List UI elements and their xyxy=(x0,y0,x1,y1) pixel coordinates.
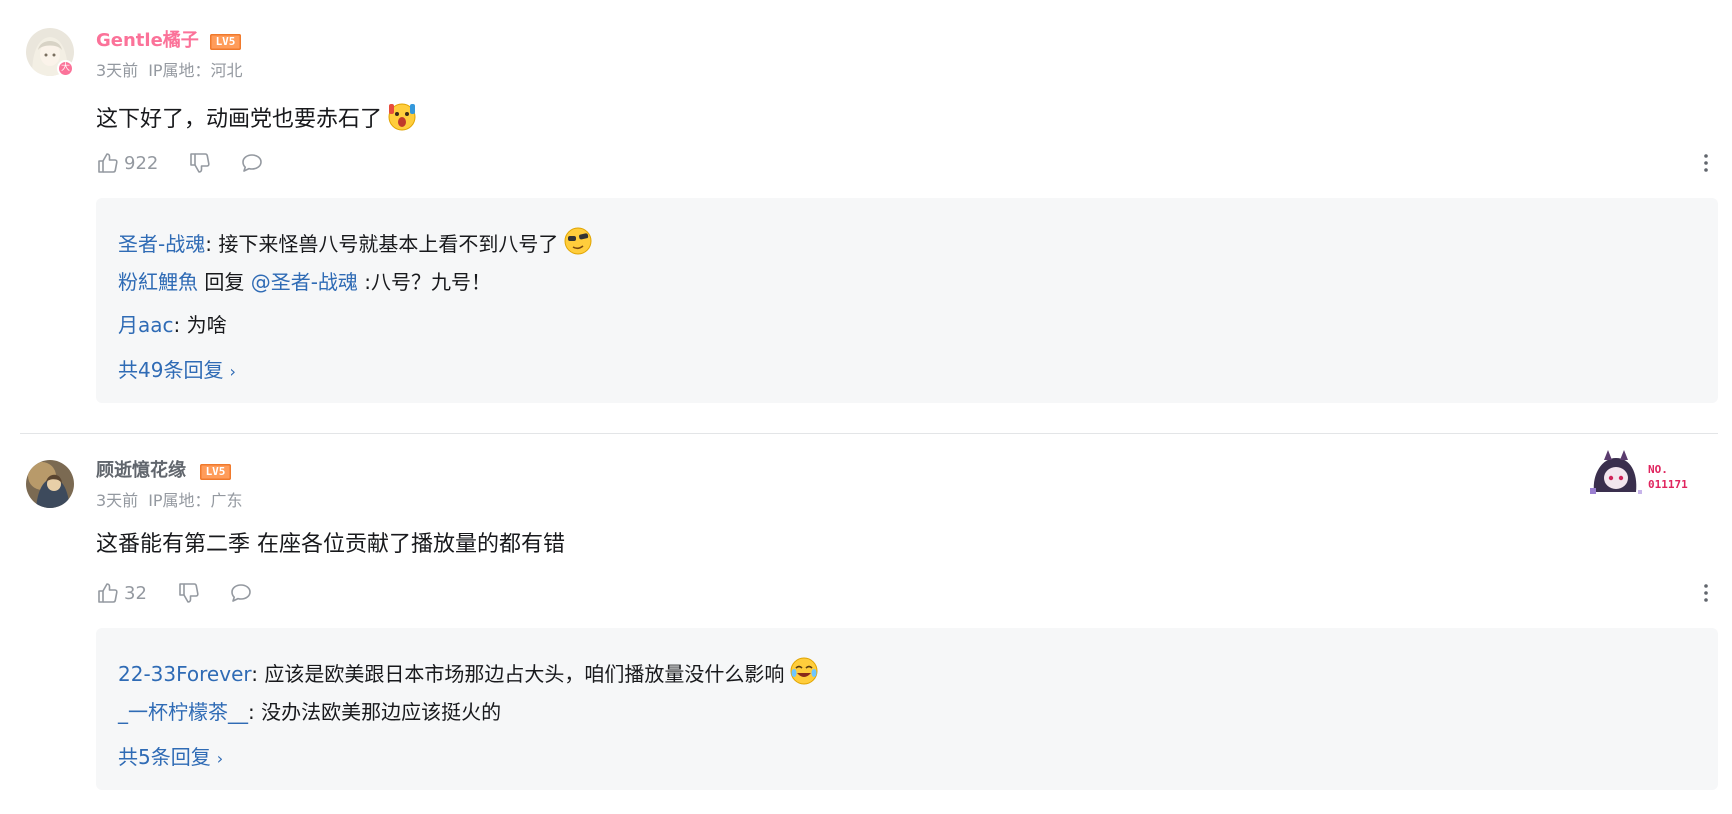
level-badge: LV5 xyxy=(210,34,241,50)
comment-text-body: 这下好了，动画党也要赤石了 xyxy=(96,107,383,132)
reply-word: 回复 xyxy=(198,270,251,294)
dislike-button[interactable] xyxy=(177,581,201,605)
reply-text: :八号？九号！ xyxy=(357,270,492,294)
reply-item: _一杯柠檬茶__: 没办法欧美那边应该挺火的 xyxy=(118,698,501,726)
avatar-badge: 大 xyxy=(57,60,74,77)
view-more-replies-link[interactable]: 共49条回复 › xyxy=(118,356,236,386)
more-options-button[interactable] xyxy=(1696,150,1716,176)
comment-time: 3天前 xyxy=(96,61,139,80)
reply-item: 月aac: 为啥 xyxy=(118,311,227,339)
reply-username[interactable]: 月aac xyxy=(118,313,174,337)
reply-item: 22-33Forever: 应该是欧美跟日本市场那边占大头，咱们播放量没什么影响 xyxy=(118,655,820,688)
decoration-no-label: NO. xyxy=(1648,463,1668,476)
reply-text: 没办法欧美那边应该挺火的 xyxy=(261,700,502,724)
reply-text: 接下来怪兽八号就基本上看不到八号了 xyxy=(218,232,559,256)
username[interactable]: Gentle橘子 xyxy=(96,30,199,52)
like-button[interactable]: 32 xyxy=(96,581,147,605)
reply-button[interactable] xyxy=(240,151,264,175)
comment-text-body: 这番能有第二季 在座各位贡献了播放量的都有错 xyxy=(96,532,565,557)
reply-username[interactable]: _一杯柠檬茶__ xyxy=(118,700,248,724)
view-more-replies-link[interactable]: 共5条回复 › xyxy=(118,743,223,773)
ip-location: IP属地：河北 xyxy=(148,61,243,80)
reply-box: 22-33Forever: 应该是欧美跟日本市场那边占大头，咱们播放量没什么影响… xyxy=(96,628,1718,790)
reply-text: 为啥 xyxy=(186,313,227,337)
decoration-number: 011171 xyxy=(1648,478,1688,491)
comment-actions: 922 xyxy=(96,150,264,176)
comment-bubble-icon xyxy=(242,154,263,172)
reply-text: 应该是欧美跟日本市场那边占大头，咱们播放量没什么影响 xyxy=(264,662,785,686)
sunglasses-emoji-icon xyxy=(564,227,592,255)
comment-time: 3天前 xyxy=(96,491,139,510)
reply-username[interactable]: 圣者-战魂 xyxy=(118,232,205,256)
comment-actions: 32 xyxy=(96,580,253,606)
thumb-up-icon xyxy=(98,583,118,603)
more-replies-label: 共49条回复 xyxy=(118,358,224,382)
chevron-right-icon: › xyxy=(216,749,224,768)
like-button[interactable]: 922 xyxy=(96,151,158,175)
reply-separator: : xyxy=(205,232,219,256)
reply-separator: : xyxy=(248,700,262,724)
comment-meta: 3天前 IP属地：河北 xyxy=(96,61,253,81)
ip-location: IP属地：广东 xyxy=(148,491,243,510)
more-vertical-icon xyxy=(1704,584,1708,602)
reply-separator: : xyxy=(173,313,187,337)
reply-button[interactable] xyxy=(229,581,253,605)
laughing-tears-emoji-icon xyxy=(790,657,818,685)
surprised-emoji-icon xyxy=(388,103,416,131)
like-count: 32 xyxy=(124,582,147,604)
comment-text: 这下好了，动画党也要赤石了 xyxy=(96,100,418,135)
level-badge: LV5 xyxy=(200,464,231,480)
more-options-button[interactable] xyxy=(1696,580,1716,606)
more-vertical-icon xyxy=(1704,154,1708,172)
reply-separator: : xyxy=(251,662,265,686)
mention-link[interactable]: @圣者-战魂 xyxy=(251,270,358,294)
thumb-down-icon xyxy=(179,583,199,603)
chevron-right-icon: › xyxy=(229,362,236,381)
reply-username[interactable]: 粉紅鯉魚 xyxy=(118,270,198,294)
comment-meta: 3天前 IP属地：广东 xyxy=(96,491,253,511)
reply-username[interactable]: 22-33Forever xyxy=(118,662,251,686)
user-avatar[interactable] xyxy=(26,460,74,508)
thumb-up-icon xyxy=(98,153,118,173)
fan-badge-decoration: NO. 011171 xyxy=(1586,448,1696,500)
comment-text: 这番能有第二季 在座各位贡献了播放量的都有错 xyxy=(96,530,565,560)
comment-divider xyxy=(20,433,1718,434)
username[interactable]: 顾逝憶花缘 xyxy=(96,460,186,482)
reply-item: 圣者-战魂: 接下来怪兽八号就基本上看不到八号了 xyxy=(118,225,594,258)
comment-bubble-icon xyxy=(231,584,251,602)
thumb-down-icon xyxy=(190,153,210,173)
reply-item: 粉紅鯉魚 回复 @圣者-战魂 :八号？九号！ xyxy=(118,268,491,296)
dislike-button[interactable] xyxy=(188,151,212,175)
reply-box: 圣者-战魂: 接下来怪兽八号就基本上看不到八号了 粉紅鯉魚 回复 @圣者-战魂 … xyxy=(96,198,1718,403)
like-count: 922 xyxy=(124,152,159,174)
more-replies-label: 共5条回复 xyxy=(118,745,211,769)
